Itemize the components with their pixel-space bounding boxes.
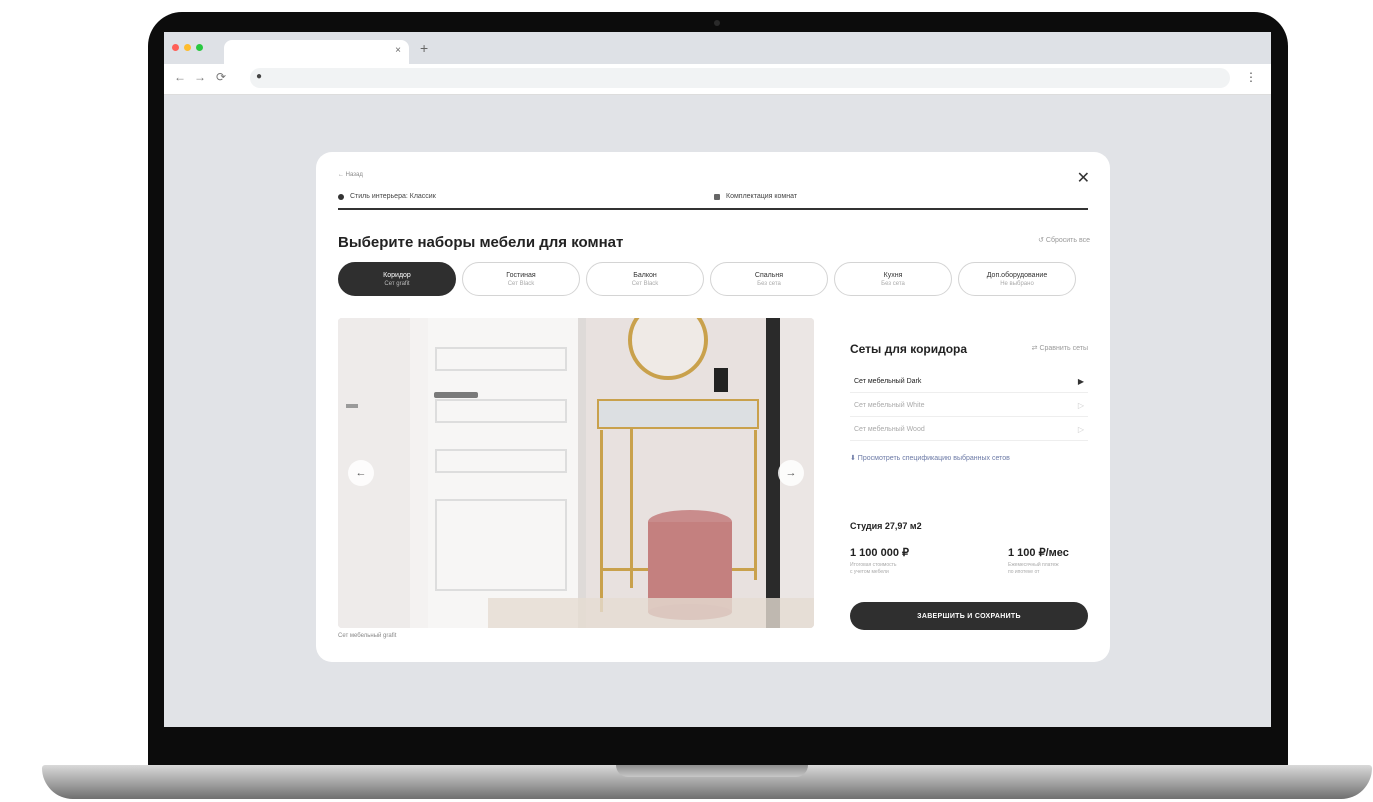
step-style[interactable]: Стиль интерьера: Классик	[338, 193, 436, 200]
close-window-button[interactable]	[172, 44, 179, 51]
minimize-window-button[interactable]	[184, 44, 191, 51]
room-name: Спальня	[754, 271, 784, 279]
lock-icon: ●	[256, 71, 263, 82]
laptop-lid: × + ← → ⟳ ● ⋮ ← Назад ✕ Стиль интерьера:…	[148, 12, 1288, 770]
progress-fill	[338, 208, 1088, 210]
monthly-price-caption: Ежемесячный платеж по ипотеке от	[1008, 562, 1059, 575]
new-tab-button[interactable]: +	[420, 40, 428, 56]
room-name: Балкон	[633, 271, 657, 279]
room-tabs: Коридор Сет grafit Гостиная Сет Black Ба…	[338, 262, 1076, 296]
step-rooms[interactable]: Комплектация комнат	[714, 193, 797, 200]
progress-bar	[338, 208, 1088, 210]
room-name: Гостиная	[506, 271, 536, 279]
furniture-modal: ← Назад ✕ Стиль интерьера: Классик Компл…	[316, 152, 1110, 662]
finish-and-save-button[interactable]: ЗАВЕРШИТЬ И СОХРАНИТЬ	[850, 602, 1088, 630]
compare-sets-button[interactable]: ⇄ Сравнить сеты	[1032, 344, 1088, 352]
reload-icon[interactable]: ⟳	[216, 70, 226, 84]
set-item-wood[interactable]: Сет мебельный Wood ▷	[850, 418, 1088, 441]
forward-arrow-icon[interactable]: →	[194, 70, 206, 84]
maximize-window-button[interactable]	[196, 44, 203, 51]
browser-toolbar: ← → ⟳ ● ⋮	[164, 64, 1271, 95]
room-name: Доп.оборудование	[986, 271, 1048, 279]
monthly-price: 1 100 ₽/мес	[1008, 547, 1069, 559]
address-bar[interactable]: ●	[250, 68, 1230, 88]
room-set: Сет Black	[631, 280, 659, 287]
room-set: Сет grafit	[384, 280, 410, 287]
window-controls	[172, 44, 203, 51]
set-item-label: Сет мебельный White	[854, 401, 925, 409]
back-link[interactable]: ← Назад	[338, 172, 363, 178]
browser-tab[interactable]: ×	[224, 40, 409, 64]
set-item-label: Сет мебельный Wood	[854, 425, 925, 433]
room-name: Коридор	[383, 271, 411, 279]
room-set: Сет Black	[507, 280, 535, 287]
tab-kitchen[interactable]: Кухня Без сета	[834, 262, 952, 296]
tab-corridor[interactable]: Коридор Сет grafit	[338, 262, 456, 296]
tab-living-room[interactable]: Гостиная Сет Black	[462, 262, 580, 296]
set-item-label: Сет мебельный Dark	[854, 377, 922, 385]
grid-icon	[714, 193, 720, 200]
step-label: Стиль интерьера: Классик	[350, 193, 436, 200]
photo-prev-button[interactable]: ←	[348, 460, 374, 486]
tab-balcony[interactable]: Балкон Сет Black	[586, 262, 704, 296]
tab-close-icon[interactable]: ×	[395, 45, 401, 56]
laptop-notch	[616, 765, 808, 777]
set-item-dark[interactable]: Сет мебельный Dark ▶	[850, 370, 1088, 393]
close-icon[interactable]: ✕	[1077, 168, 1090, 188]
reset-all-button[interactable]: ↺ Сбросить все	[1038, 236, 1090, 244]
room-set: Без сета	[881, 280, 905, 287]
play-outline-icon: ▷	[1077, 400, 1084, 410]
room-set: Не выбрано	[1000, 280, 1034, 287]
play-outline-icon: ▷	[1077, 424, 1084, 434]
step-label: Комплектация комнат	[726, 193, 798, 200]
browser-tabbar: × +	[164, 32, 1271, 64]
screen: × + ← → ⟳ ● ⋮ ← Назад ✕ Стиль интерьера:…	[164, 32, 1271, 727]
page-title: Выберите наборы мебели для комнат	[338, 234, 624, 251]
set-item-white[interactable]: Сет мебельный White ▷	[850, 394, 1088, 417]
tab-bedroom[interactable]: Спальня Без сета	[710, 262, 828, 296]
specification-link[interactable]: ⬇ Просмотреть спецификацию выбранных сет…	[850, 454, 1010, 462]
sets-title: Сеты для коридора	[850, 342, 968, 356]
total-price: 1 100 000 ₽	[850, 547, 909, 559]
total-price-caption: Итоговая стоимость с учетом мебели	[850, 562, 897, 575]
apartment-title: Студия 27,97 м2	[850, 521, 922, 531]
camera	[714, 20, 720, 26]
photo-next-button[interactable]: →	[778, 460, 804, 486]
interior-photo: ← →	[338, 318, 814, 628]
browser-menu-icon[interactable]: ⋮	[1245, 70, 1257, 84]
photo-caption: Сет мебельный grafit	[338, 633, 397, 639]
check-icon	[338, 193, 344, 200]
room-name: Кухня	[883, 271, 903, 279]
tab-extra-equipment[interactable]: Доп.оборудование Не выбрано	[958, 262, 1076, 296]
hallway-illustration	[338, 318, 814, 628]
play-icon: ▶	[1077, 376, 1084, 386]
back-arrow-icon[interactable]: ←	[174, 70, 186, 84]
room-set: Без сета	[757, 280, 781, 287]
